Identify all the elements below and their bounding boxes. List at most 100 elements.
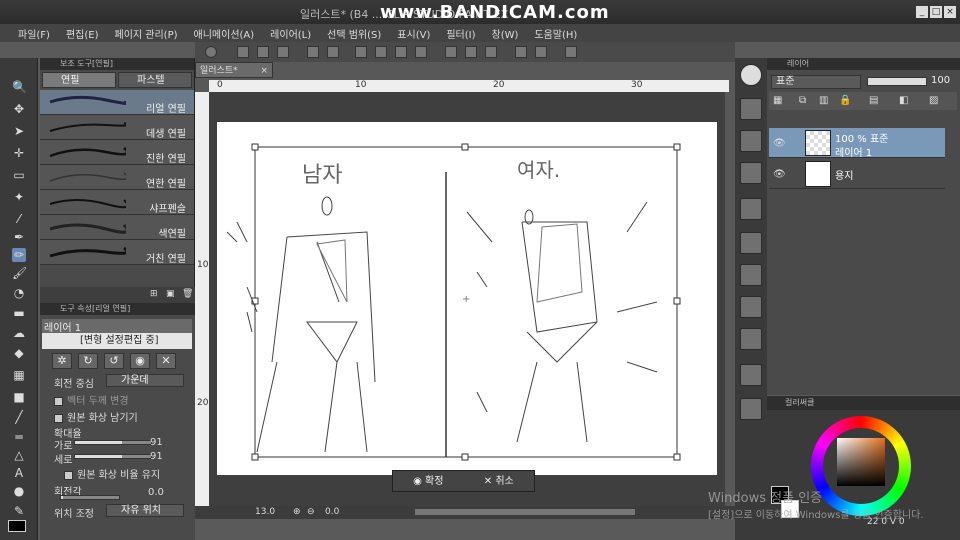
minimize-button[interactable]: _ <box>916 6 928 18</box>
correction-icon[interactable]: ✎ <box>12 504 26 518</box>
menu-page[interactable]: 페이지 관리(P) <box>107 26 186 41</box>
zoom-icon[interactable]: 🔍 <box>12 80 27 94</box>
brush-item-rough-pencil[interactable]: 거친 연필 <box>40 240 194 265</box>
menu-edit[interactable]: 편집(E) <box>58 26 107 41</box>
operation-icon[interactable]: ➤ <box>12 124 26 138</box>
rotation-angle-slider[interactable] <box>60 495 120 500</box>
brush-item-real-pencil[interactable]: 리얼 연필 <box>40 90 194 115</box>
undo-icon[interactable] <box>307 46 319 58</box>
grid-snap-icon[interactable] <box>535 46 547 58</box>
material-color-icon[interactable] <box>740 264 762 286</box>
open-file-icon[interactable] <box>257 46 269 58</box>
clear-icon[interactable] <box>355 46 367 58</box>
eraser-icon[interactable]: ▬ <box>12 306 26 320</box>
delete-subtool-icon[interactable]: 🗑 <box>182 289 193 299</box>
ref-layer-icon[interactable]: ▥ <box>819 95 828 106</box>
zoom-in-icon[interactable]: ⊕ <box>293 507 301 517</box>
auto-select-icon[interactable]: ✦ <box>12 190 26 204</box>
fill-bucket-icon[interactable]: ◆ <box>12 346 26 360</box>
move-icon[interactable]: ✥ <box>12 102 26 116</box>
brush-icon[interactable]: 🖌 <box>12 266 27 280</box>
ruler-icon[interactable]: ═ <box>12 430 26 444</box>
text-icon[interactable]: A <box>12 466 26 480</box>
blend-icon[interactable]: ☁ <box>12 326 26 340</box>
layer-row[interactable]: 👁 용지 <box>769 159 945 189</box>
angle-value[interactable]: 0.0 <box>325 507 339 517</box>
drawing-paper[interactable]: 남자 여자. + <box>217 122 717 475</box>
material-object-icon[interactable] <box>740 364 762 386</box>
clip-studio-icon[interactable] <box>205 46 217 58</box>
material-folder-icon[interactable] <box>740 98 762 120</box>
material-scene-icon[interactable] <box>740 328 762 350</box>
line-icon[interactable]: ╱ <box>12 410 26 424</box>
menu-file[interactable]: 파일(F) <box>10 26 58 41</box>
menu-animation[interactable]: 애니메이션(A) <box>186 26 263 41</box>
keep-original-checkbox[interactable]: 원본 화상 남기기 <box>54 409 138 424</box>
new-subtool-icon[interactable]: ▣ <box>166 289 175 299</box>
new-file-icon[interactable] <box>237 46 249 58</box>
brush-item-mechanical-pencil[interactable]: 샤프펜슬 <box>40 190 194 215</box>
figure-icon[interactable]: ■ <box>12 390 26 404</box>
pencil-icon[interactable]: ✏ <box>12 248 26 262</box>
menu-layer[interactable]: 레이어(L) <box>262 26 319 41</box>
color-wheel[interactable] <box>811 416 911 516</box>
clip-studio-search-icon[interactable] <box>740 64 762 86</box>
cancel-icon[interactable]: ✕ <box>156 353 176 369</box>
keep-ratio-checkbox[interactable]: 원본 화상 비율 유지 <box>64 466 160 481</box>
maximize-button[interactable]: □ <box>930 6 942 18</box>
new-folder-icon[interactable]: ▨ <box>929 95 938 106</box>
flip-vertical-icon[interactable]: ↺ <box>104 353 124 369</box>
zoom-out-icon[interactable]: ⊖ <box>307 507 315 517</box>
close-button[interactable]: × <box>944 6 956 18</box>
transform-icon[interactable] <box>375 46 387 58</box>
eyedropper-icon[interactable]: ⁄ <box>12 212 26 226</box>
saturation-value-square[interactable] <box>837 438 885 486</box>
lock-icon[interactable]: 🔒 <box>839 95 851 106</box>
redo-icon[interactable] <box>327 46 339 58</box>
layer-move-icon[interactable]: ✛ <box>12 146 26 160</box>
frame-icon[interactable]: △ <box>12 448 26 462</box>
menu-window[interactable]: 창(W) <box>484 26 527 41</box>
invert-icon[interactable] <box>465 46 477 58</box>
save-icon[interactable] <box>277 46 289 58</box>
settings-icon[interactable]: ✲ <box>52 353 72 369</box>
balloon-icon[interactable]: ● <box>12 484 26 498</box>
horizontal-scrollbar[interactable] <box>415 509 635 515</box>
material-tone-icon[interactable] <box>740 198 762 220</box>
layer-mask-icon[interactable]: ◧ <box>899 95 908 106</box>
visibility-eye-icon[interactable]: 👁 <box>773 169 786 180</box>
material-pattern-icon[interactable] <box>740 162 762 184</box>
opacity-value[interactable]: 100 <box>931 75 950 86</box>
position-dropdown[interactable]: 자유 위치 <box>106 504 184 517</box>
confirm-transform-button[interactable]: ◉ 확정 <box>393 471 464 491</box>
duplicate-subtool-icon[interactable]: ⊞ <box>150 289 158 299</box>
brush-item-color-pencil[interactable]: 색연필 <box>40 215 194 240</box>
tab-pastel[interactable]: 파스텔 <box>118 72 192 88</box>
brush-item-dark-pencil[interactable]: 진한 연필 <box>40 140 194 165</box>
material-manga-icon[interactable] <box>740 232 762 254</box>
fill-icon[interactable] <box>395 46 407 58</box>
help-icon[interactable] <box>565 46 577 58</box>
zoom-value[interactable]: 13.0 <box>255 507 275 517</box>
clipping-icon[interactable]: ⧉ <box>799 95 806 106</box>
close-tab-icon[interactable]: × <box>260 63 268 79</box>
layer-row[interactable]: 👁 100 % 표준 레이어 1 <box>769 128 945 159</box>
airbrush-icon[interactable]: ◔ <box>12 286 26 300</box>
material-image-icon[interactable] <box>740 130 762 152</box>
visibility-eye-icon[interactable]: 👁 <box>773 138 786 149</box>
cancel-transform-button[interactable]: ✕ 취소 <box>464 471 535 491</box>
gradient-icon[interactable]: ▦ <box>12 368 26 382</box>
pen-icon[interactable]: ✒ <box>12 230 26 244</box>
material-person-icon[interactable] <box>740 398 762 420</box>
menu-selection[interactable]: 선택 범위(S) <box>319 26 389 41</box>
tab-pencil[interactable]: 연필 <box>42 72 116 88</box>
menu-help[interactable]: 도움말(H) <box>526 26 585 41</box>
mask-icon[interactable]: ▤ <box>869 95 878 106</box>
crop-icon[interactable] <box>445 46 457 58</box>
snap-icon[interactable] <box>485 46 497 58</box>
selection-icon[interactable]: ▭ <box>12 168 26 182</box>
brush-item-sketch-pencil[interactable]: 데생 연필 <box>40 115 194 140</box>
blend-mode-dropdown[interactable]: 표준 <box>771 75 861 89</box>
layer-color-icon[interactable]: ▦ <box>773 95 782 106</box>
opacity-slider[interactable] <box>867 77 927 86</box>
